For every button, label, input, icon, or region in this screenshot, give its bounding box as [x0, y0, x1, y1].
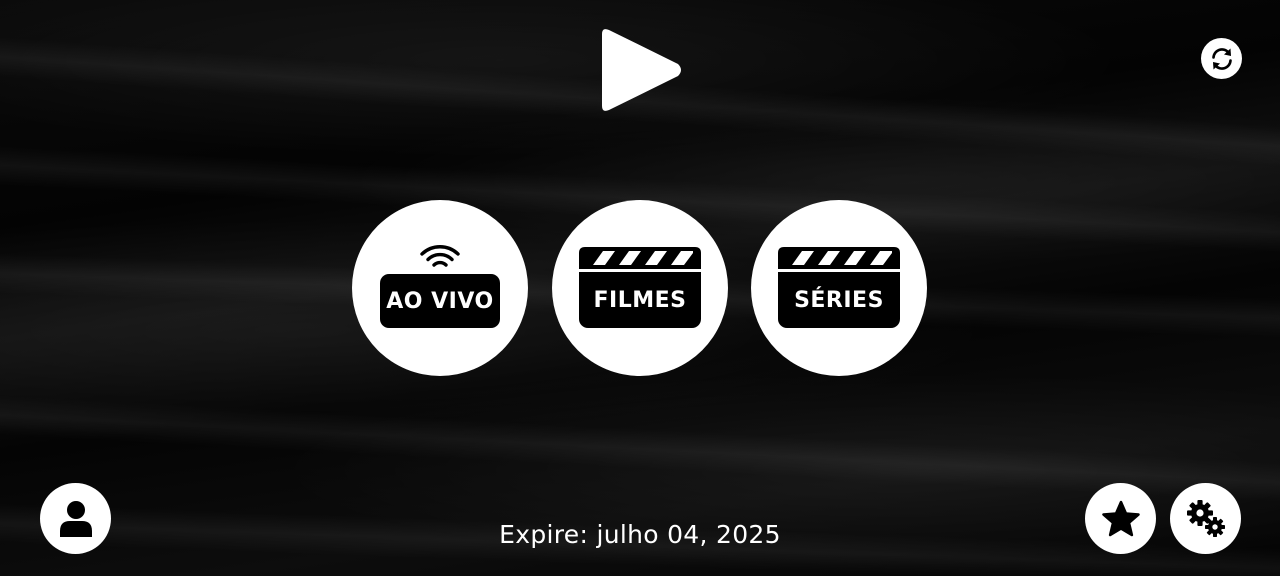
gears-icon	[1186, 499, 1225, 537]
wifi-icon	[420, 245, 460, 267]
category-live-button[interactable]: AO VIVO	[352, 200, 528, 376]
background-fold	[0, 390, 1280, 509]
settings-button[interactable]	[1170, 483, 1241, 554]
play-icon	[602, 29, 681, 111]
tv-screen: AO VIVO	[380, 274, 500, 328]
category-movies-button[interactable]: FILMES	[552, 200, 728, 376]
favorites-button[interactable]	[1085, 483, 1156, 554]
profile-button[interactable]	[40, 483, 111, 554]
category-live-label: AO VIVO	[386, 288, 494, 314]
clapperboard-icon: FILMES	[579, 247, 701, 329]
refresh-icon	[1211, 47, 1232, 70]
user-icon	[59, 500, 92, 537]
category-movies-label: FILMES	[593, 287, 687, 313]
expire-date: Expire: julho 04, 2025	[499, 520, 781, 549]
category-series-label: SÉRIES	[794, 287, 884, 313]
home-screen: AO VIVO FILMES SÉRIES Expire: julho 04, …	[0, 0, 1280, 576]
clapper-body: SÉRIES	[778, 272, 900, 328]
star-icon	[1101, 500, 1140, 536]
tv-signal-icon: AO VIVO	[378, 244, 502, 332]
clapper-body: FILMES	[579, 272, 701, 328]
refresh-button[interactable]	[1201, 38, 1242, 79]
clapper-stripes	[778, 247, 900, 269]
category-series-button[interactable]: SÉRIES	[751, 200, 927, 376]
clapper-stripes	[579, 247, 701, 269]
clapperboard-icon: SÉRIES	[778, 247, 900, 329]
